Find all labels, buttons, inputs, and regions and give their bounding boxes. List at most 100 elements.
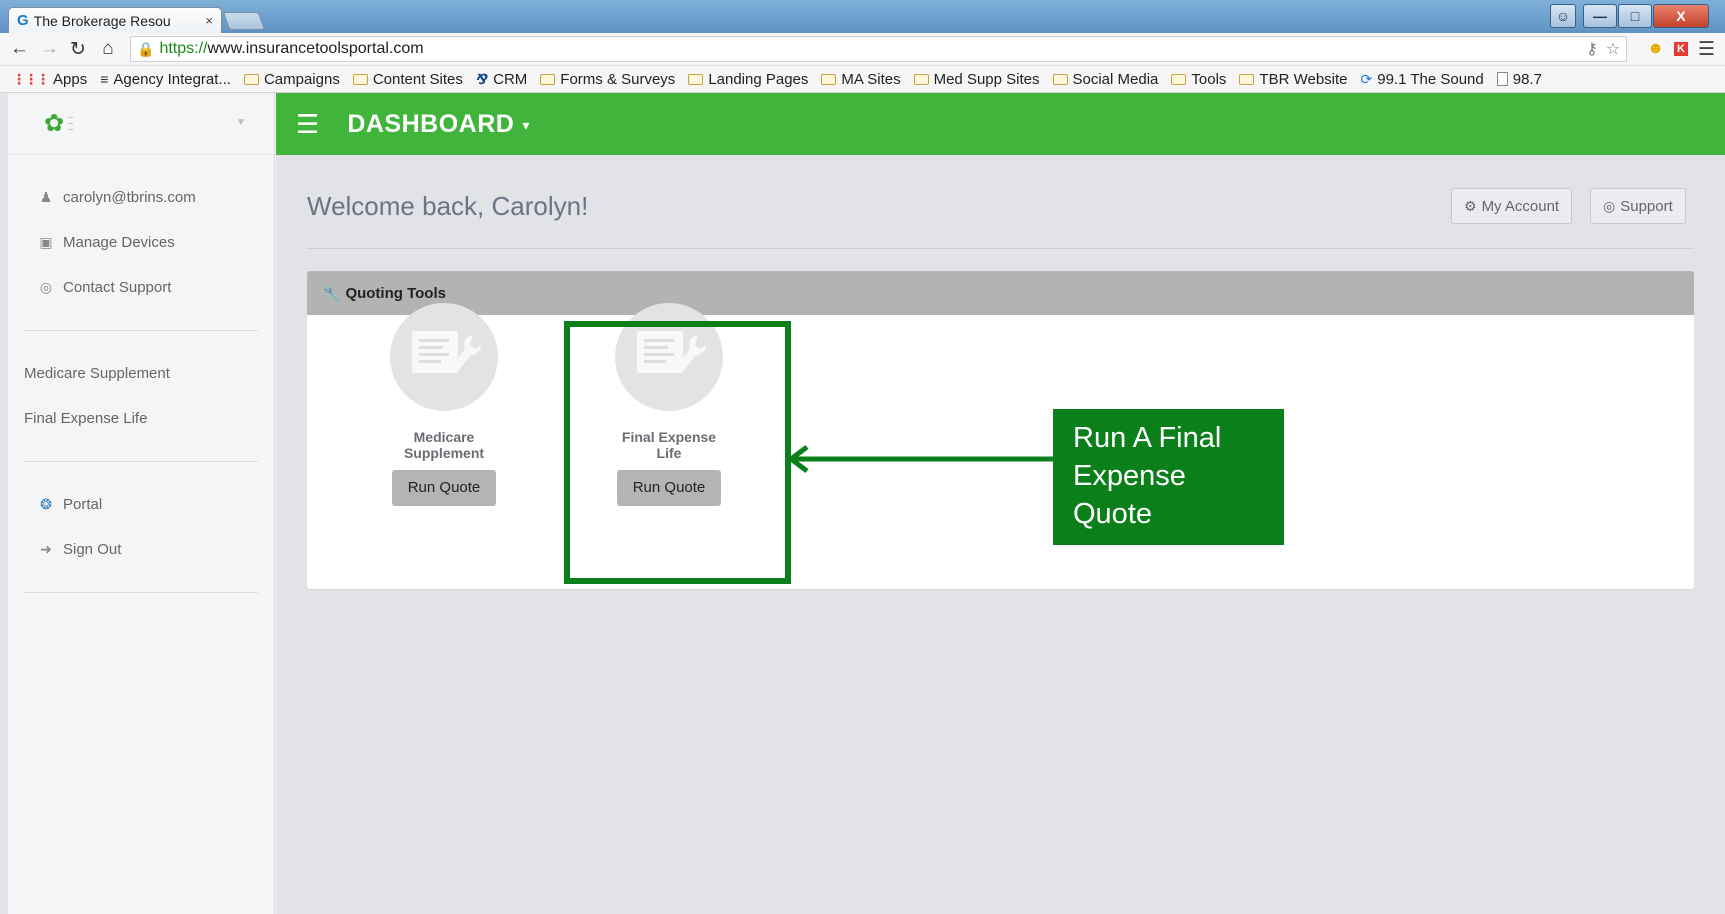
sidebar-item-label: carolyn@tbrins.com <box>63 189 196 206</box>
sidebar-item-sign-out[interactable]: ➜ Sign Out <box>24 527 258 572</box>
lifebuoy-icon: ◎ <box>39 279 53 295</box>
folder-icon <box>1239 73 1255 85</box>
home-icon[interactable]: ⌂ <box>100 38 116 60</box>
profile-icon[interactable]: ☺ <box>1550 4 1576 28</box>
sidebar-item-label: Final Expense Life <box>24 410 148 427</box>
sidebar: ✿ — — — ▼ ♟ carolyn@tbrins.com ▣ Manage De… <box>8 93 275 914</box>
my-account-button[interactable]: ⚙ My Account <box>1451 188 1573 224</box>
bookmark-tools[interactable]: Tools <box>1171 71 1226 88</box>
bookmark-label: Landing Pages <box>708 70 809 88</box>
bookmark-campaigns[interactable]: Campaigns <box>243 70 340 88</box>
bookmark-label: Forms & Surveys <box>560 70 676 88</box>
bookmark-star-icon[interactable]: ☆ <box>1606 39 1620 59</box>
tab-title: The Brokerage Resou <box>33 12 171 29</box>
folder-icon <box>1052 73 1068 85</box>
bookmark-label: Agency Integrat... <box>113 70 231 88</box>
quote-tool-icon[interactable] <box>390 303 498 411</box>
gear-icon: ⚙ <box>1464 197 1477 214</box>
maximize-button[interactable]: □ <box>1618 4 1652 28</box>
bookmark-label: Content Sites <box>372 70 463 88</box>
emoji-extension-icon[interactable]: ☻ <box>1647 40 1664 58</box>
bookmark-landing-pages[interactable]: Landing Pages <box>688 71 808 88</box>
browser-toolbar: ← → ↻ ⌂ 🔒 https:// www.insurancetoolspor… <box>0 33 1725 66</box>
bookmark-ma-sites[interactable]: MA Sites <box>821 70 901 88</box>
tool-name: Medicare Supplement <box>403 429 485 461</box>
url-scheme: https:// <box>159 40 208 57</box>
tab-favicon-icon: G <box>17 12 29 29</box>
user-icon: ♟ <box>39 189 53 205</box>
folder-icon <box>821 73 837 85</box>
quoting-tools-panel: 🔧 Quoting Tools Medicare Supplement Run … <box>307 271 1694 589</box>
sidebar-item-final-expense-life[interactable]: Final Expense Life <box>24 396 258 441</box>
bookmark-991-the-sound[interactable]: ⟳ 99.1 The Sound <box>1361 71 1484 88</box>
k-extension-icon[interactable]: K <box>1674 42 1688 56</box>
panel-title: Quoting Tools <box>345 284 446 302</box>
hamburger-menu-icon[interactable]: ☰ <box>296 109 319 140</box>
divider <box>307 248 1694 249</box>
crm-icon: ⅋ <box>475 70 489 87</box>
minimize-button[interactable]: — <box>1583 4 1617 28</box>
nav-menu: ❂ Portal ➜ Sign Out <box>24 462 258 593</box>
back-icon[interactable]: ← <box>10 38 29 60</box>
sidebar-item-medicare-supplement[interactable]: Medicare Supplement <box>24 351 258 396</box>
app-root: ✿ — — — ▼ ♟ carolyn@tbrins.com ▣ Manage De… <box>0 93 1725 914</box>
bookmark-content-sites[interactable]: Content Sites <box>352 70 463 88</box>
dashboard-dropdown[interactable]: DASHBOARD <box>347 110 514 139</box>
folder-icon <box>688 73 704 85</box>
bookmark-tbr-website[interactable]: TBR Website <box>1239 71 1348 88</box>
bookmark-apps[interactable]: ⋮⋮⋮ Apps <box>12 71 87 88</box>
sidebar-item-label: Manage Devices <box>63 234 175 251</box>
tool-card-medicare-supplement: Medicare Supplement Run Quote <box>364 303 524 506</box>
bookmark-crm[interactable]: ⅋ CRM <box>476 71 527 88</box>
bookmark-label: Social Media <box>1072 70 1159 88</box>
key-icon[interactable]: ⚷ <box>1586 39 1598 59</box>
bookmark-label: CRM <box>493 70 528 88</box>
portal-icon: ❂ <box>40 496 52 512</box>
bookmark-987[interactable]: 98.7 <box>1496 71 1542 88</box>
new-tab-button[interactable] <box>222 12 266 30</box>
sidebar-item-label: Portal <box>63 496 103 513</box>
sidebar-item-manage-devices[interactable]: ▣ Manage Devices <box>24 220 258 265</box>
annotation-arrow-icon <box>786 445 1055 473</box>
support-label: Support <box>1620 197 1673 215</box>
bookmark-label: Tools <box>1191 70 1227 88</box>
annotation-highlight-box <box>564 321 791 584</box>
bookmark-med-supp-sites[interactable]: Med Supp Sites <box>913 70 1040 88</box>
close-window-button[interactable]: X <box>1653 4 1709 28</box>
bookmark-label: 99.1 The Sound <box>1377 70 1484 88</box>
brand-logo[interactable]: ✿ — — — ▼ <box>8 93 274 155</box>
product-menu: Medicare Supplement Final Expense Life <box>24 331 258 462</box>
bookmark-label: Apps <box>53 70 88 88</box>
sidebar-item-label: Sign Out <box>63 541 122 558</box>
lifebuoy-icon: ◎ <box>1603 197 1616 214</box>
reload-icon[interactable]: ↻ <box>70 38 86 61</box>
bookmark-label: Med Supp Sites <box>933 70 1040 88</box>
logo-mark-icon: ✿ <box>44 110 65 137</box>
sign-out-icon: ➜ <box>40 541 52 557</box>
url-host: www.insurancetoolsportal.com <box>207 40 424 57</box>
sidebar-item-contact-support[interactable]: ◎ Contact Support <box>24 265 258 310</box>
logo-wordmark: — — — <box>68 114 74 133</box>
forward-icon[interactable]: → <box>40 38 59 60</box>
address-bar[interactable]: 🔒 https:// www.insurancetoolsportal.com … <box>130 36 1628 62</box>
support-button[interactable]: ◎ Support <box>1590 188 1686 224</box>
bookmark-agency-integrat[interactable]: ≡ Agency Integrat... <box>100 71 231 88</box>
annotation-callout: Run A Final Expense Quote <box>1053 409 1284 545</box>
chevron-down-icon[interactable]: ▼ <box>236 117 246 128</box>
radio-icon: ⟳ <box>1360 70 1373 87</box>
folder-icon <box>352 73 368 85</box>
browser-tab[interactable]: G The Brokerage Resou × <box>8 7 222 33</box>
run-quote-button[interactable]: Run Quote <box>392 470 496 506</box>
page-title: Welcome back, Carolyn! <box>307 191 589 221</box>
folder-icon <box>913 73 929 85</box>
bookmark-label: Campaigns <box>263 70 340 88</box>
sidebar-item-user-email[interactable]: ♟ carolyn@tbrins.com <box>24 175 258 220</box>
browser-menu-icon[interactable]: ☰ <box>1698 38 1715 61</box>
chevron-down-icon[interactable]: ▾ <box>522 117 529 134</box>
bookmark-label: MA Sites <box>841 70 901 88</box>
bookmark-forms-surveys[interactable]: Forms & Surveys <box>540 71 675 88</box>
bookmark-social-media[interactable]: Social Media <box>1052 70 1159 88</box>
sidebar-item-label: Contact Support <box>63 279 172 296</box>
tab-close-icon[interactable]: × <box>205 13 213 28</box>
sidebar-item-portal[interactable]: ❂ Portal <box>24 482 258 527</box>
